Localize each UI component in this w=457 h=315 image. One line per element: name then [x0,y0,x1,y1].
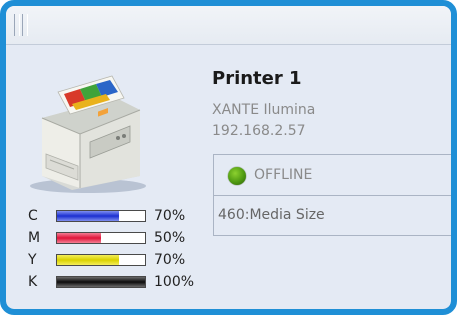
printer-name: Printer 1 [212,68,302,89]
ink-fill-cyan [57,211,119,221]
ink-level-bar-cyan [56,210,146,222]
printer-panel: Printer 1 XANTE Ilumina 192.168.2.57 OFF… [6,6,451,309]
status-indicator-icon [228,167,246,185]
printer-widget-frame: Printer 1 XANTE Ilumina 192.168.2.57 OFF… [0,0,457,315]
status-code: 460:Media Size [218,207,325,223]
ink-level-bar-magenta [56,232,146,244]
ink-level-bar-yellow [56,254,146,266]
ink-row-cyan: C 70% [28,208,218,226]
ink-row-magenta: M 50% [28,230,218,248]
printer-ip-address: 192.168.2.57 [212,123,306,139]
ink-fill-yellow [57,255,119,265]
ink-percent-cyan: 70% [154,208,186,224]
ink-label-magenta: M [28,230,41,246]
ink-percent-magenta: 50% [154,230,186,246]
ink-level-bar-black [56,276,146,288]
toolbar-grip[interactable] [14,14,20,36]
ink-percent-yellow: 70% [154,252,186,268]
ink-fill-black [57,277,145,287]
toolbar-grip-secondary[interactable] [22,14,28,36]
ink-label-yellow: Y [28,252,37,268]
ink-row-black: K 100% [28,274,218,292]
toolbar [6,6,451,45]
printer-icon[interactable] [20,58,150,198]
ink-fill-magenta [57,233,101,243]
status-panel: OFFLINE 460:Media Size [213,154,451,236]
status-divider [214,195,451,196]
ink-percent-black: 100% [154,274,195,290]
status-text: OFFLINE [254,167,313,183]
ink-label-cyan: C [28,208,38,224]
printer-model: XANTE Ilumina [212,102,316,118]
ink-row-yellow: Y 70% [28,252,218,270]
ink-label-black: K [28,274,38,290]
